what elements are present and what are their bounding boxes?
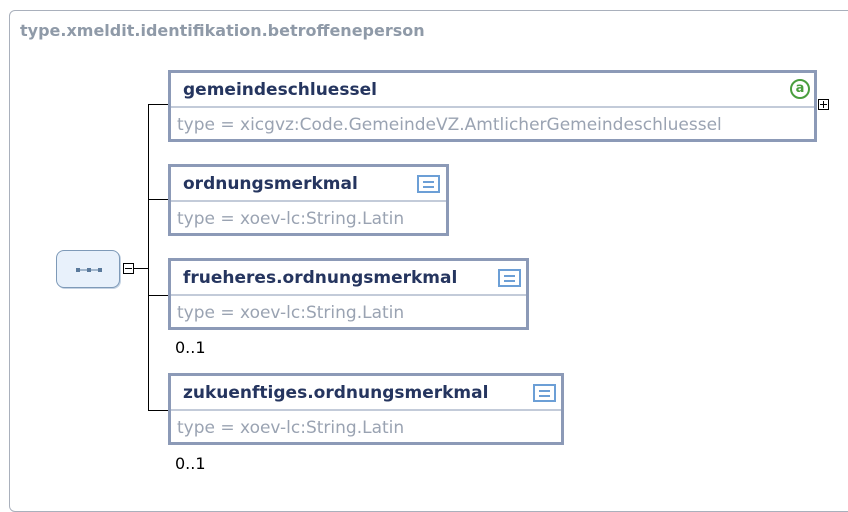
occurrence-label: 0..1 (175, 338, 206, 357)
attribute-icon[interactable]: a (790, 79, 810, 99)
complex-type-title: type.xmeldit.identifikation.betroffenepe… (20, 21, 425, 40)
sequence-compositor-icon[interactable] (56, 250, 120, 288)
connector-branch (148, 295, 168, 296)
documentation-icon[interactable] (498, 269, 521, 287)
connector-trunk (148, 104, 149, 411)
element-type: type = xicgvz:Code.GemeindeVZ.AmtlicherG… (177, 115, 722, 135)
connector-branch (148, 410, 168, 411)
element-box-zukuenftiges-ordnungsmerkmal[interactable]: zukuenftiges.ordnungsmerkmal type = xoev… (168, 373, 564, 445)
element-box-frueheres-ordnungsmerkmal[interactable]: frueheres.ordnungsmerkmal type = xoev-lc… (168, 258, 529, 330)
element-name: ordnungsmerkmal (183, 174, 358, 194)
documentation-icon[interactable] (417, 175, 440, 193)
element-type: type = xoev-lc:String.Latin (177, 209, 405, 229)
element-name: gemeindeschluessel (183, 80, 377, 100)
connector-branch (148, 199, 168, 200)
element-box-ordnungsmerkmal[interactable]: ordnungsmerkmal type = xoev-lc:String.La… (168, 164, 449, 236)
collapse-sequence-toggle[interactable] (123, 263, 134, 274)
sequence-dots-icon (76, 268, 102, 272)
element-name: frueheres.ordnungsmerkmal (183, 268, 458, 288)
element-name: zukuenftiges.ordnungsmerkmal (183, 383, 489, 403)
occurrence-label: 0..1 (175, 454, 206, 473)
element-type: type = xoev-lc:String.Latin (177, 303, 405, 323)
connector-branch (148, 104, 168, 105)
connector-line (134, 268, 149, 269)
element-type: type = xoev-lc:String.Latin (177, 418, 405, 438)
expand-element-toggle[interactable] (818, 99, 829, 110)
element-box-gemeindeschluessel[interactable]: gemeindeschluessel a type = xicgvz:Code.… (168, 70, 817, 142)
documentation-icon[interactable] (533, 384, 556, 402)
